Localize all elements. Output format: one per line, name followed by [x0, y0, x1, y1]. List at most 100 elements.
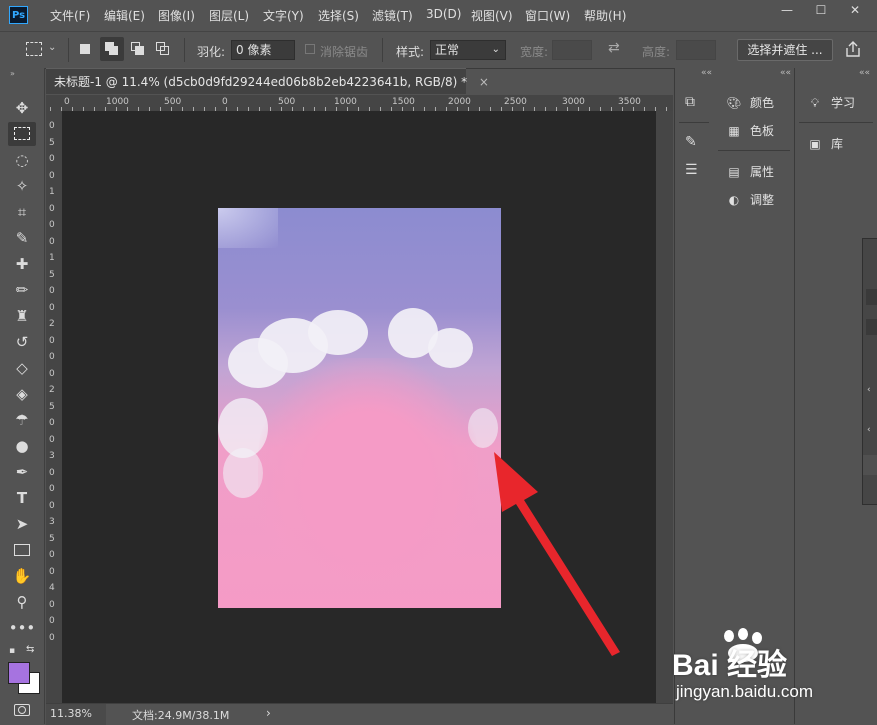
height-label: 高度: [642, 45, 671, 59]
ruler-v-tick: 1 [49, 253, 55, 263]
clone-stamp-icon[interactable]: ♜ [8, 304, 36, 328]
menu-image[interactable]: 图像(I) [158, 7, 195, 24]
status-bar: 11.38% 文档:24.9M/38.1M › [46, 703, 673, 725]
ruler-v-tick: 3 [49, 451, 55, 461]
vertical-scrollbar[interactable] [656, 111, 673, 703]
chevron-down-icon[interactable]: ⌄ [48, 42, 56, 53]
dodge-tool-icon[interactable]: ● [8, 434, 36, 458]
ruler-v-tick: 0 [49, 632, 55, 643]
ruler-v-tick: 0 [49, 550, 55, 560]
photoshop-logo: Ps [9, 6, 28, 24]
lasso-tool-icon[interactable]: ◌ [8, 148, 36, 172]
document-tab[interactable]: 未标题-1 @ 11.4% (d5cb0d9fd29244ed06b8b2eb4… [46, 68, 489, 94]
adjustments-icon: ◐ [728, 193, 740, 207]
magic-wand-icon[interactable]: ✧ [8, 174, 36, 198]
ruler-h-tick: 500 [164, 97, 182, 107]
panel-properties[interactable]: ▤ 属性 [726, 163, 774, 180]
collapse-icon[interactable]: «« [701, 68, 712, 78]
tools-panel: » ✥ ◌ ✧ ⌗ ✎ ✚ ✏ ♜ ↺ ◇ ◈ ☂ ● ✒ T ➤ ✋ ⚲ ••… [0, 68, 45, 724]
menu-edit[interactable]: 编辑(E) [104, 7, 145, 24]
width-label: 宽度: [520, 45, 549, 59]
width-input[interactable] [552, 40, 592, 60]
menu-bar: Ps 文件(F) 编辑(E) 图像(I) 图层(L) 文字(Y) 选择(S) 滤… [0, 0, 877, 30]
menu-view[interactable]: 视图(V) [471, 7, 513, 24]
new-selection-icon[interactable] [80, 44, 90, 54]
history-brush-icon[interactable]: ↺ [8, 330, 36, 354]
feather-input[interactable]: 0 像素 [231, 40, 295, 60]
ruler-v-tick: 0 [49, 500, 55, 511]
quick-mask-icon[interactable] [14, 704, 30, 716]
status-menu-arrow[interactable]: › [266, 706, 271, 720]
panel-swatches[interactable]: ▦ 色板 [726, 122, 774, 139]
eraser-icon[interactable]: ◇ [8, 356, 36, 380]
ruler-v-tick: 0 [49, 154, 55, 164]
panel-color[interactable]: 🎨︎ 颜色 [726, 94, 774, 111]
add-selection-button[interactable] [100, 37, 124, 61]
intersect-selection-icon[interactable] [156, 42, 170, 56]
ruler-v-tick: 0 [49, 302, 55, 313]
pen-tool-icon[interactable]: ✒ [8, 460, 36, 484]
ruler-v-tick: 0 [49, 566, 55, 577]
panel-learn[interactable]: 💡︎ 学习 [807, 94, 855, 111]
panel-adjustments[interactable]: ◐ 调整 [726, 191, 774, 208]
height-input[interactable] [676, 40, 716, 60]
menu-layer[interactable]: 图层(L) [209, 7, 249, 24]
chevron-down-icon: ⌄ [491, 44, 500, 55]
antialias-checkbox[interactable] [305, 44, 315, 54]
ruler-v-tick: 0 [49, 335, 55, 346]
menu-3d[interactable]: 3D(D) [426, 7, 461, 21]
path-selection-icon[interactable]: ➤ [8, 512, 36, 536]
menu-file[interactable]: 文件(F) [50, 7, 90, 24]
red-arrow-annotation [494, 452, 620, 656]
ruler-h-tick: 0 [64, 97, 70, 107]
menu-type[interactable]: 文字(Y) [263, 7, 304, 24]
horizontal-ruler: 0 1000 500 0 500 1000 1500 2000 2500 3000 3500 [46, 95, 673, 112]
style-select[interactable]: 正常 ⌄ [430, 40, 506, 60]
brush-settings-icon[interactable]: ✎ [685, 134, 697, 150]
ruler-v-tick: 0 [49, 418, 55, 428]
select-and-mask-button[interactable]: 选择并遮住 ... [737, 39, 833, 61]
collapse-icon[interactable]: » [10, 69, 15, 78]
menu-window[interactable]: 窗口(W) [525, 7, 570, 24]
crop-tool-icon[interactable]: ⌗ [8, 200, 36, 224]
blur-tool-icon[interactable]: ☂ [8, 408, 36, 432]
ruler-v-tick: 0 [49, 170, 55, 181]
menu-select[interactable]: 选择(S) [318, 7, 359, 24]
hand-tool-icon[interactable]: ✋ [8, 564, 36, 588]
grid-icon: ▦ [728, 124, 740, 138]
ruler-h-tick: 3000 [562, 97, 585, 107]
paint-bucket-icon[interactable]: ◈ [8, 382, 36, 406]
swap-icon[interactable]: ⇄ [608, 40, 620, 56]
floating-panel-edge[interactable]: ‹ ‹ [862, 238, 877, 505]
history-panel-icon[interactable]: ⧉ [685, 94, 695, 110]
move-tool-icon[interactable]: ✥ [8, 96, 36, 120]
brush-tool-icon[interactable]: ✏ [8, 278, 36, 302]
document-image[interactable] [218, 208, 501, 608]
close-window-button[interactable]: ✕ [838, 0, 872, 22]
ruler-h-tick: 2000 [448, 97, 471, 107]
foreground-color-swatch[interactable] [8, 662, 30, 684]
eyedropper-icon[interactable]: ✎ [8, 226, 36, 250]
maximize-button[interactable]: ☐ [804, 0, 838, 22]
default-colors-icon[interactable]: ▪ [9, 646, 15, 656]
zoom-tool-icon[interactable]: ⚲ [8, 590, 36, 614]
share-icon[interactable] [845, 40, 861, 58]
rectangle-tool-icon[interactable] [8, 538, 36, 562]
zoom-level[interactable]: 11.38% [50, 707, 92, 720]
more-tools-icon[interactable]: ••• [8, 616, 36, 640]
ruler-v-tick: 5 [49, 533, 55, 544]
tool-presets-icon[interactable]: ☰ [685, 162, 698, 178]
collapse-icon[interactable]: «« [859, 68, 870, 78]
marquee-preset-icon[interactable] [26, 42, 42, 56]
menu-help[interactable]: 帮助(H) [584, 7, 626, 24]
type-tool-icon[interactable]: T [8, 486, 36, 510]
panel-libraries[interactable]: ▣ 库 [807, 135, 843, 152]
menu-filter[interactable]: 滤镜(T) [372, 7, 413, 24]
healing-brush-icon[interactable]: ✚ [8, 252, 36, 276]
minimize-button[interactable]: — [770, 0, 804, 22]
marquee-tool-icon[interactable] [8, 122, 36, 146]
subtract-selection-icon[interactable] [131, 42, 145, 56]
close-tab-icon[interactable]: × [479, 75, 489, 89]
collapse-icon[interactable]: «« [780, 68, 791, 78]
swap-colors-icon[interactable]: ⇆ [26, 644, 34, 655]
